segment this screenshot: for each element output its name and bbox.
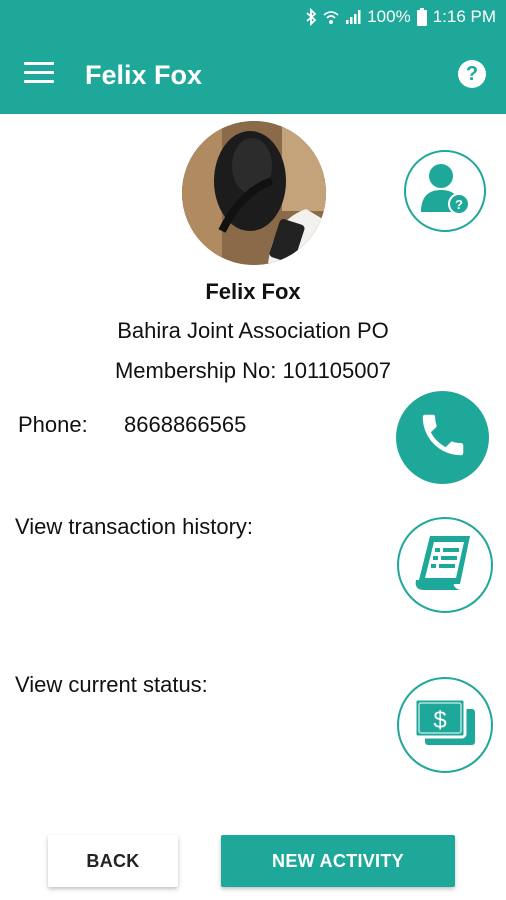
svg-text:?: ? — [455, 197, 463, 212]
organization-name: Bahira Joint Association PO — [117, 318, 389, 343]
call-button[interactable] — [396, 391, 489, 484]
user-support-button[interactable]: ? — [404, 150, 486, 232]
app-bar: Felix Fox ? — [0, 36, 506, 114]
help-icon[interactable]: ? — [458, 60, 486, 88]
current-status-button[interactable]: $ — [397, 677, 493, 773]
receipt-icon — [412, 530, 478, 601]
page-title: Felix Fox — [85, 60, 203, 90]
transaction-history-label: View transaction history: — [15, 514, 254, 539]
membership-label: Membership No: — [114, 358, 277, 383]
member-name: Felix Fox — [205, 279, 301, 304]
user-help-icon: ? — [417, 160, 473, 223]
clock: 1:16 PM — [432, 7, 496, 26]
current-status-label: View current status: — [15, 672, 208, 697]
battery-icon — [416, 8, 427, 26]
phone-icon — [416, 408, 470, 467]
signal-icon — [345, 9, 361, 25]
membership-number: 101105007 — [282, 358, 392, 383]
phone-number: 8668866565 — [124, 412, 247, 437]
money-icon: $ — [413, 697, 477, 754]
status-icons: 100% 1:16 PM — [305, 7, 496, 27]
back-button[interactable]: BACK — [48, 835, 178, 887]
avatar — [182, 121, 326, 265]
membership-number-line: Membership No: 101105007 — [0, 358, 506, 384]
transaction-history-button[interactable] — [397, 517, 493, 613]
bluetooth-icon — [305, 8, 317, 26]
hamburger-menu-icon[interactable] — [24, 62, 54, 86]
new-activity-button[interactable]: NEW ACTIVITY — [221, 835, 455, 887]
battery-percent: 100% — [367, 7, 411, 26]
wifi-icon — [323, 9, 339, 25]
phone-label: Phone: — [18, 412, 88, 437]
status-bar: 100% 1:16 PM — [0, 0, 506, 36]
svg-text:$: $ — [433, 707, 446, 734]
